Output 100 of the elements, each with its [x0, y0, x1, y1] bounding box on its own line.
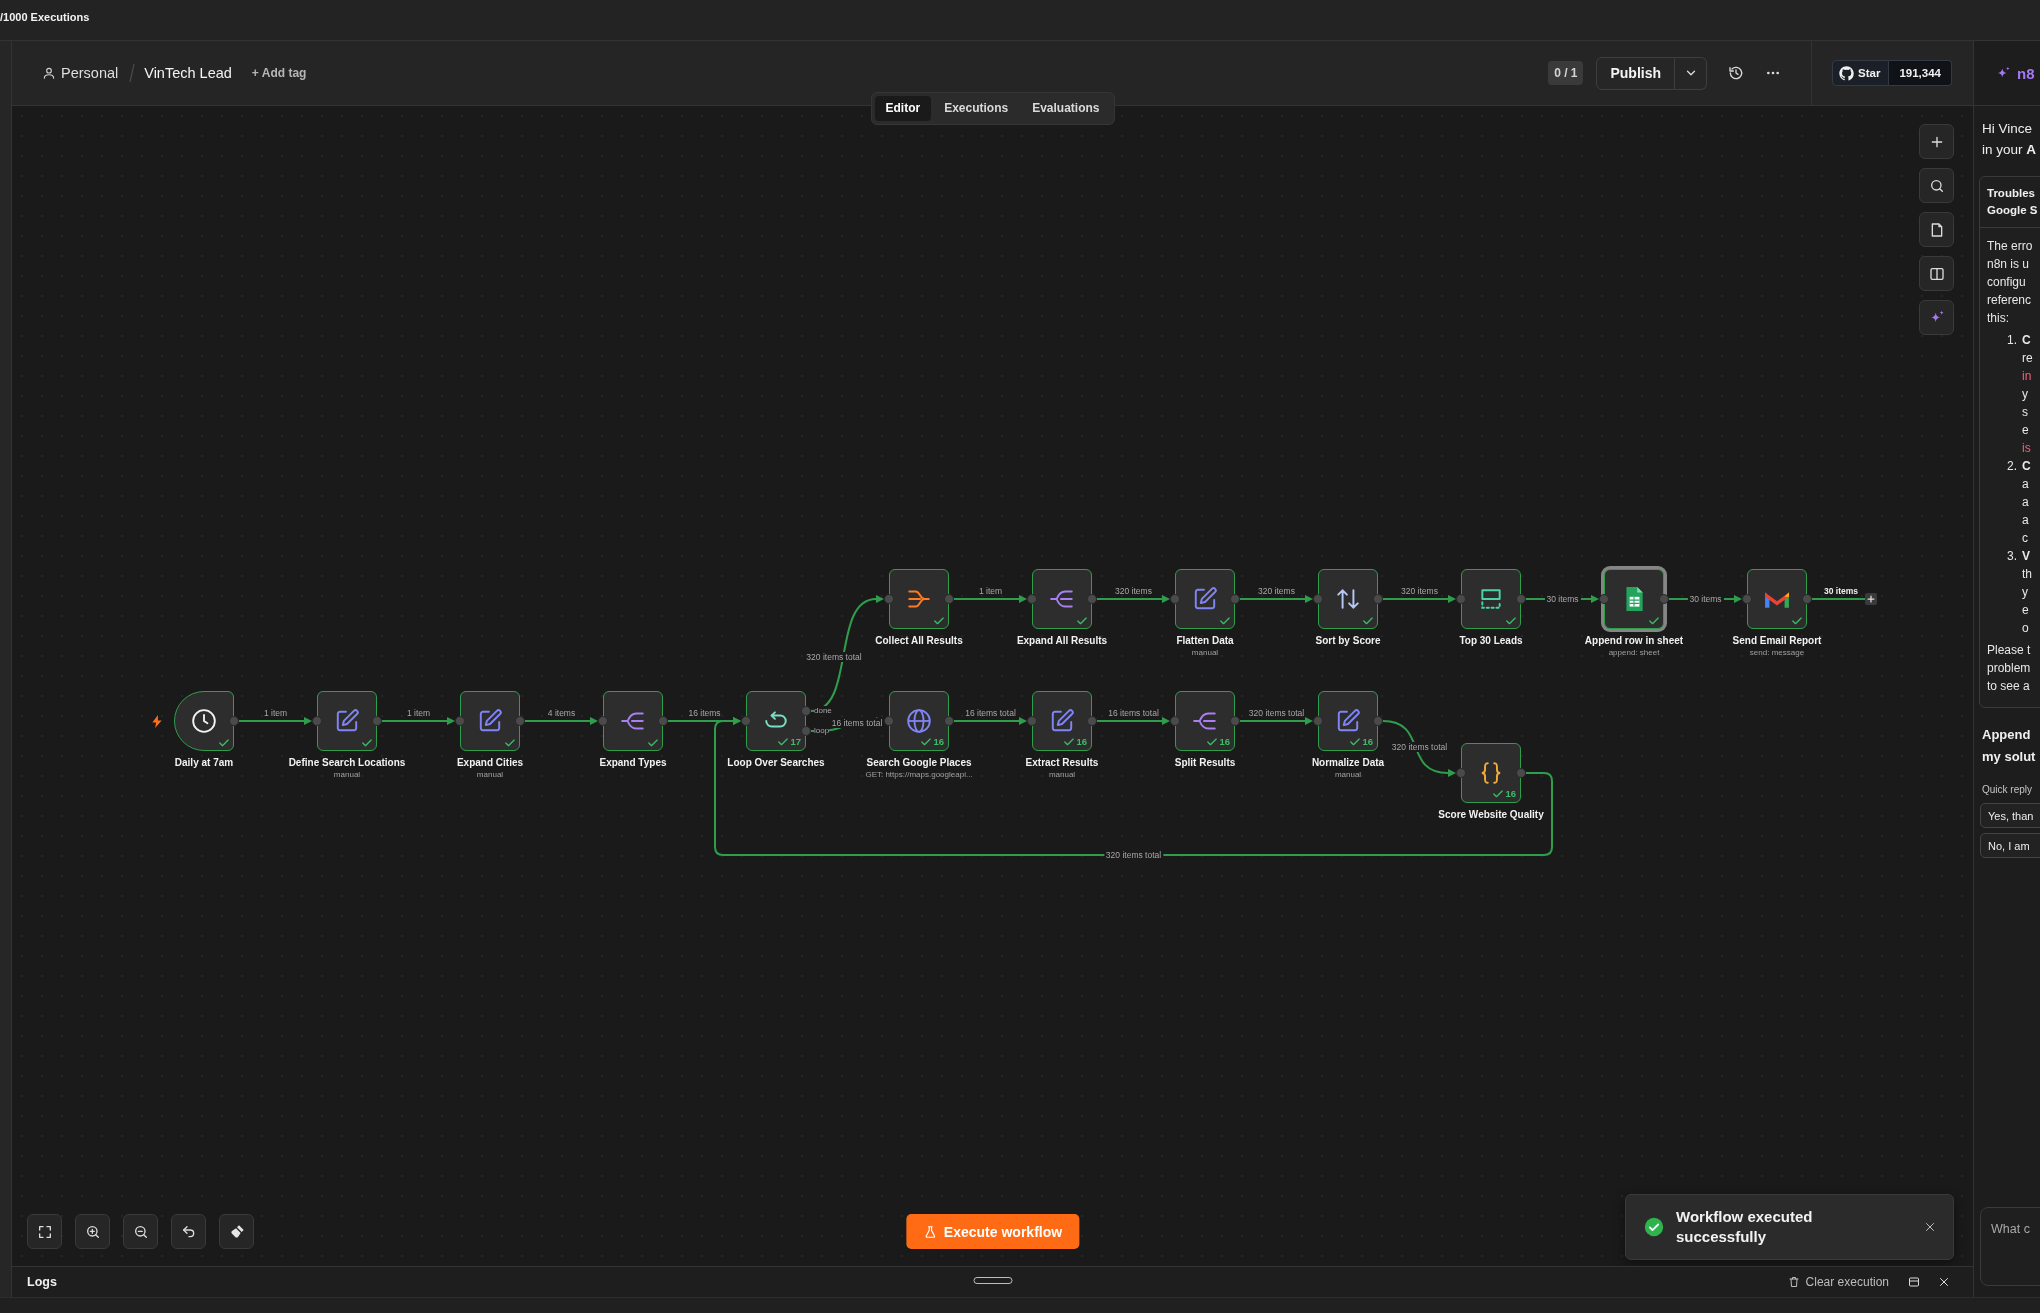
- search-button[interactable]: [1919, 168, 1954, 203]
- sticky-note-button[interactable]: [1919, 212, 1954, 247]
- answer-text: Please t: [1987, 642, 2032, 659]
- ai-assistant-button[interactable]: [1919, 300, 1954, 335]
- node-title: Sort by Score: [1315, 634, 1381, 647]
- workflow-node[interactable]: [1461, 569, 1521, 629]
- workflow-node[interactable]: [1747, 569, 1807, 629]
- answer-text: this:: [1987, 310, 2010, 327]
- workflow-node[interactable]: [460, 691, 520, 751]
- check-icon: [505, 739, 515, 747]
- publish-menu-button[interactable]: [1675, 56, 1708, 90]
- message-text: in your A: [1982, 141, 2038, 159]
- edge-label: 1 item: [405, 708, 432, 718]
- workflow-node[interactable]: [1032, 569, 1092, 629]
- step-text: th: [2022, 566, 2032, 583]
- tidy-up-button[interactable]: [219, 1214, 254, 1249]
- quick-reply-label: Quick reply: [1982, 783, 2033, 797]
- handle-icon[interactable]: [312, 716, 322, 726]
- handle-icon[interactable]: [1456, 594, 1466, 604]
- step-text: is: [2022, 440, 2032, 457]
- edge-label: 320 items: [1114, 586, 1153, 596]
- zoom-in-button[interactable]: [75, 1214, 110, 1249]
- handle-icon[interactable]: [1170, 594, 1180, 604]
- handle-icon[interactable]: [1087, 594, 1097, 604]
- panel-toggle-button[interactable]: [1919, 256, 1954, 291]
- node-title: Append row in sheet: [1584, 634, 1684, 647]
- check-icon: [934, 617, 944, 625]
- node-subtitle: manual: [332, 769, 362, 781]
- check-icon: [1363, 617, 1373, 625]
- step-text: C: [2022, 458, 2031, 475]
- handle-icon[interactable]: [1742, 594, 1752, 604]
- version-badge: 0 / 1: [1548, 61, 1584, 85]
- star-count[interactable]: 191,344: [1889, 60, 1952, 86]
- card-title: Troubles: [1987, 186, 2036, 201]
- workflow-node[interactable]: [1318, 569, 1378, 629]
- logs-title[interactable]: Logs: [27, 1275, 57, 1289]
- step-number: 2.: [2007, 458, 2018, 475]
- step-text: c: [2022, 530, 2029, 547]
- node-title: Define Search Locations: [288, 756, 406, 769]
- cat-logo-icon: [1839, 65, 1855, 81]
- fit-view-button[interactable]: [27, 1214, 62, 1249]
- edge-label: 320 items: [1400, 586, 1439, 596]
- handle-icon[interactable]: [1373, 594, 1383, 604]
- workflow-node[interactable]: [1175, 569, 1235, 629]
- clock-icon: [191, 708, 217, 734]
- assistant-title: n8: [2017, 64, 2035, 82]
- history-icon: [1728, 65, 1745, 81]
- workflow-node[interactable]: [603, 691, 663, 751]
- workflow-node[interactable]: [317, 691, 377, 751]
- handle-icon[interactable]: [372, 716, 382, 726]
- check-icon: [648, 739, 658, 747]
- add-node-button[interactable]: [1865, 593, 1877, 605]
- reset-zoom-button[interactable]: [171, 1214, 206, 1249]
- message-input[interactable]: What c: [1980, 1207, 2040, 1286]
- handle-icon[interactable]: [658, 716, 668, 726]
- eraser-icon: [228, 1223, 245, 1240]
- node-title: Send Email Report: [1732, 634, 1822, 647]
- star-button[interactable]: Star: [1832, 60, 1890, 86]
- card-title: Google S: [1987, 203, 2039, 218]
- workflow-node[interactable]: [1604, 569, 1664, 629]
- view-tab[interactable]: Editor: [874, 96, 932, 121]
- check-circle-icon: [1644, 1217, 1664, 1237]
- handle-icon[interactable]: [1230, 594, 1240, 604]
- step-text: y: [2022, 386, 2029, 403]
- project-link[interactable]: Personal: [61, 65, 119, 81]
- clear-execution-button[interactable]: Clear execution: [1783, 1273, 1893, 1291]
- zoom-out-button[interactable]: [123, 1214, 158, 1249]
- add-node-button[interactable]: [1919, 124, 1954, 159]
- handle-icon[interactable]: [884, 594, 894, 604]
- undo-icon: [180, 1223, 197, 1240]
- add-tag-link[interactable]: + Add tag: [247, 64, 311, 82]
- step-text: y: [2022, 584, 2029, 601]
- step-text: C: [2022, 332, 2032, 349]
- handle-icon[interactable]: [1516, 594, 1526, 604]
- answer-text: n8n is u: [1987, 256, 2031, 273]
- handle-icon[interactable]: [1599, 594, 1609, 604]
- workflow-name[interactable]: VinTech Lead: [144, 65, 232, 81]
- node-title: Top 30 Leads: [1459, 634, 1523, 647]
- frame-icon: [1478, 586, 1504, 612]
- node-subtitle: manual: [475, 769, 505, 781]
- handle-icon[interactable]: [944, 594, 954, 604]
- handle-icon[interactable]: [598, 716, 608, 726]
- view-tab[interactable]: Evaluations: [1021, 96, 1111, 121]
- handle-icon[interactable]: [1802, 594, 1812, 604]
- handle-icon[interactable]: [1027, 594, 1037, 604]
- handle-icon[interactable]: [229, 716, 239, 726]
- step-text: re: [2022, 350, 2033, 367]
- window-icon: [1908, 1276, 1920, 1288]
- handle-icon[interactable]: [1313, 594, 1323, 604]
- edge-label: 320 items: [1257, 586, 1296, 596]
- quick-reply-button[interactable]: Yes, than: [1980, 803, 2040, 828]
- workflow-node[interactable]: [889, 569, 949, 629]
- workflow-node[interactable]: [174, 691, 234, 751]
- publish-button[interactable]: Publish: [1596, 56, 1676, 90]
- handle-icon[interactable]: [1659, 594, 1669, 604]
- handle-icon[interactable]: [515, 716, 525, 726]
- quick-reply-button[interactable]: No, I am: [1980, 833, 2040, 858]
- view-tab[interactable]: Executions: [933, 96, 1020, 121]
- handle-icon[interactable]: [455, 716, 465, 726]
- edge-label: 16 items total: [1107, 708, 1160, 718]
